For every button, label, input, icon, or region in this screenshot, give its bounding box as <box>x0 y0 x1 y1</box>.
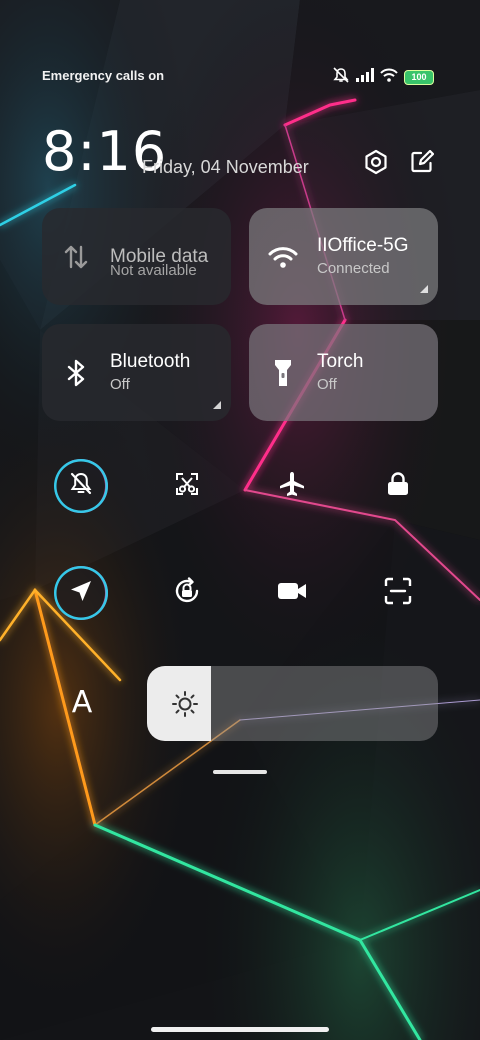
battery-icon: 100 <box>404 70 434 85</box>
lock-screen-toggle[interactable] <box>371 459 425 513</box>
edit-button[interactable] <box>405 147 439 181</box>
airplane-mode-toggle[interactable] <box>265 459 319 513</box>
torch-status: Off <box>317 375 337 393</box>
screenshot-toggle[interactable] <box>160 459 214 513</box>
carrier-status-text: Emergency calls only <box>42 68 164 83</box>
settings-button[interactable] <box>359 147 393 181</box>
font-size-button[interactable]: A <box>60 680 104 724</box>
location-toggle[interactable] <box>54 566 108 620</box>
brightness-slider[interactable] <box>147 666 438 741</box>
mobile-data-subtitle: Not available <box>110 262 197 279</box>
date-label: Friday, 04 November <box>142 157 309 177</box>
expand-corner-icon[interactable] <box>213 401 221 409</box>
gear-icon <box>363 149 389 180</box>
scan-icon <box>384 577 412 610</box>
silent-mode-toggle[interactable] <box>54 459 108 513</box>
status-icons: 100 <box>332 67 434 88</box>
location-arrow-icon <box>69 579 93 608</box>
home-indicator[interactable] <box>151 1027 329 1032</box>
wifi-icon <box>249 245 317 269</box>
mobile-data-tile[interactable]: Mobile data Not available <box>42 208 231 305</box>
panel-drag-handle[interactable] <box>213 770 267 774</box>
sun-icon <box>171 690 199 723</box>
screen-recorder-toggle[interactable] <box>265 566 319 620</box>
airplane-icon <box>278 470 306 503</box>
video-camera-icon <box>277 580 307 607</box>
wifi-icon <box>380 68 398 87</box>
edit-icon <box>410 149 435 179</box>
mobile-data-icon <box>42 243 110 271</box>
battery-level: 100 <box>411 72 427 82</box>
bluetooth-tile[interactable]: Bluetooth Off <box>42 324 231 421</box>
mute-icon <box>332 67 350 88</box>
torch-title: Torch <box>317 350 364 372</box>
wifi-network-name: IIOffice-5G <box>317 234 409 256</box>
torch-tile[interactable]: Torch Off <box>249 324 438 421</box>
auto-rotate-toggle[interactable] <box>160 566 214 620</box>
bluetooth-title: Bluetooth <box>110 350 191 372</box>
bluetooth-status: Off <box>110 375 130 393</box>
expand-corner-icon[interactable] <box>420 285 428 293</box>
scanner-toggle[interactable] <box>371 566 425 620</box>
torch-icon <box>249 358 317 388</box>
lock-icon <box>386 471 410 502</box>
wifi-tile[interactable]: IIOffice-5G Connected <box>249 208 438 305</box>
wifi-status: Connected <box>317 259 390 277</box>
bluetooth-icon <box>42 359 110 387</box>
rotation-lock-icon <box>172 576 202 611</box>
signal-icon <box>356 68 374 87</box>
scissors-icon <box>174 471 200 502</box>
bell-off-icon <box>68 471 94 502</box>
